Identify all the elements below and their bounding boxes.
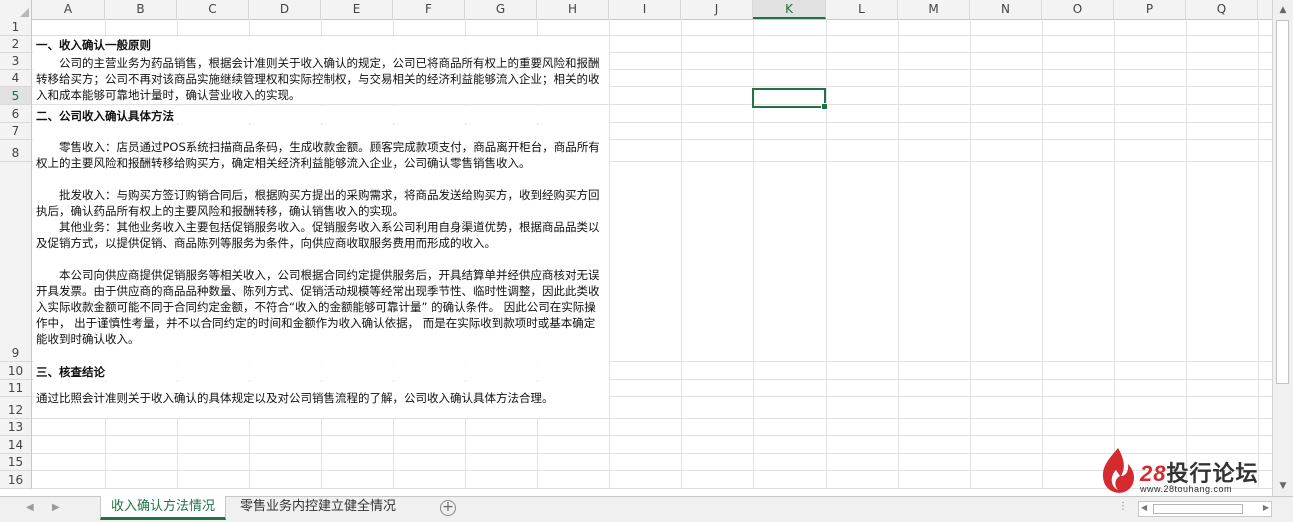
paragraph-general-principle: 公司的主营业务为药品销售，根据会计准则关于收入确认的规定，公司已将商品所有权上的…	[36, 56, 600, 102]
horizontal-scrollbar[interactable]: ◀ ▶	[1138, 501, 1272, 517]
column-header-l[interactable]: L	[826, 0, 898, 19]
row-header-14[interactable]: 14	[0, 436, 31, 454]
add-sheet-icon[interactable]: +	[440, 500, 456, 516]
scroll-right-icon[interactable]: ▶	[1263, 503, 1269, 512]
row-header-3[interactable]: 3	[0, 53, 31, 70]
column-header-e[interactable]: E	[321, 0, 393, 19]
row-header-6[interactable]: 6	[0, 105, 31, 123]
row-header-9[interactable]: 9	[0, 162, 31, 362]
row-header-8[interactable]: 8	[0, 140, 31, 162]
row-header-15[interactable]: 15	[0, 454, 31, 471]
column-header-i[interactable]: I	[609, 0, 681, 19]
scroll-left-icon[interactable]: ◀	[1141, 503, 1147, 512]
column-header-k[interactable]: K	[753, 0, 826, 19]
column-header-n[interactable]: N	[970, 0, 1042, 19]
vertical-scroll-thumb[interactable]	[1276, 20, 1289, 384]
column-header-q[interactable]: Q	[1186, 0, 1258, 19]
active-cell-selection[interactable]	[752, 88, 828, 110]
column-header-bar: A B C D E F G H I J K L M N O P Q	[0, 0, 1272, 20]
column-header-m[interactable]: M	[898, 0, 970, 19]
column-header-j[interactable]: J	[681, 0, 753, 19]
sheet-tab-bar: ◀ ▶ 收入确认方法情况 零售业务内控建立健全情况 + ⋮ ◀ ▶	[0, 496, 1293, 522]
next-sheet-icon[interactable]: ▶	[52, 502, 60, 513]
column-header-p[interactable]: P	[1114, 0, 1186, 19]
heading-specific-method: 二、公司收入确认具体方法	[36, 109, 174, 123]
column-header-h[interactable]: H	[537, 0, 609, 19]
column-header-o[interactable]: O	[1042, 0, 1114, 19]
sheet-tab-revenue-method[interactable]: 收入确认方法情况	[100, 496, 227, 520]
column-header-g[interactable]: G	[465, 0, 537, 19]
select-all-corner[interactable]	[0, 0, 32, 19]
heading-general-principle: 一、收入确认一般原则	[36, 38, 151, 52]
heading-conclusion: 三、核查结论	[36, 365, 105, 379]
row-header-12[interactable]: 12	[0, 397, 31, 419]
paragraph-other-business: 其他业务：其他业务收入主要包括促销服务收入。促销服务收入系公司利用自身渠道优势，…	[36, 220, 600, 250]
prev-sheet-icon[interactable]: ◀	[26, 502, 34, 513]
column-header-f[interactable]: F	[393, 0, 465, 19]
scroll-up-icon[interactable]: ▲	[1275, 2, 1291, 18]
column-header-a[interactable]: A	[32, 0, 105, 19]
row-header-bar: 1 2 3 4 5 6 7 8 9 10 11 12 13 14 15 16	[0, 19, 32, 489]
vertical-scrollbar[interactable]: ▲ ▼	[1272, 0, 1293, 496]
row-header-7[interactable]: 7	[0, 123, 31, 140]
paragraph-promotion-service: 本公司向供应商提供促销服务等相关收入，公司根据合同约定提供服务后，开具结算单并经…	[36, 268, 600, 346]
row-header-16[interactable]: 16	[0, 471, 31, 489]
paragraph-wholesale-income: 批发收入：与购买方签订购销合同后，根据购买方提出的采购需求，将商品发送给购买方，…	[36, 188, 600, 218]
scroll-down-icon[interactable]: ▼	[1275, 478, 1291, 494]
watermark-logo: 28投行论坛 www.28touhang.com	[1098, 446, 1268, 496]
column-header-d[interactable]: D	[249, 0, 321, 19]
tab-split-handle-icon[interactable]: ⋮	[1118, 501, 1128, 512]
paragraph-retail-income: 零售收入：店员通过POS系统扫描商品条码，生成收款金额。顾客完成款项支付，商品离…	[36, 140, 600, 170]
horizontal-scroll-thumb[interactable]	[1153, 504, 1243, 514]
row-header-10[interactable]: 10	[0, 362, 31, 380]
column-header-b[interactable]: B	[105, 0, 177, 19]
row-header-11[interactable]: 11	[0, 380, 31, 397]
flame-icon	[1102, 448, 1134, 493]
row-header-4[interactable]: 4	[0, 70, 31, 87]
row-header-1[interactable]: 1	[0, 19, 31, 36]
row-header-13[interactable]: 13	[0, 419, 31, 436]
column-header-c[interactable]: C	[177, 0, 249, 19]
row-header-2[interactable]: 2	[0, 36, 31, 53]
spreadsheet: A B C D E F G H I J K L M N O P Q 1 2 3 …	[0, 0, 1293, 522]
sheet-tab-retail-controls[interactable]: 零售业务内控建立健全情况	[230, 496, 406, 520]
row-header-5[interactable]: 5	[0, 87, 31, 105]
watermark-url: www.28touhang.com	[1140, 484, 1233, 494]
paragraph-conclusion: 通过比照会计准则关于收入确认的具体规定以及对公司销售流程的了解，公司收入确认具体…	[36, 391, 554, 405]
